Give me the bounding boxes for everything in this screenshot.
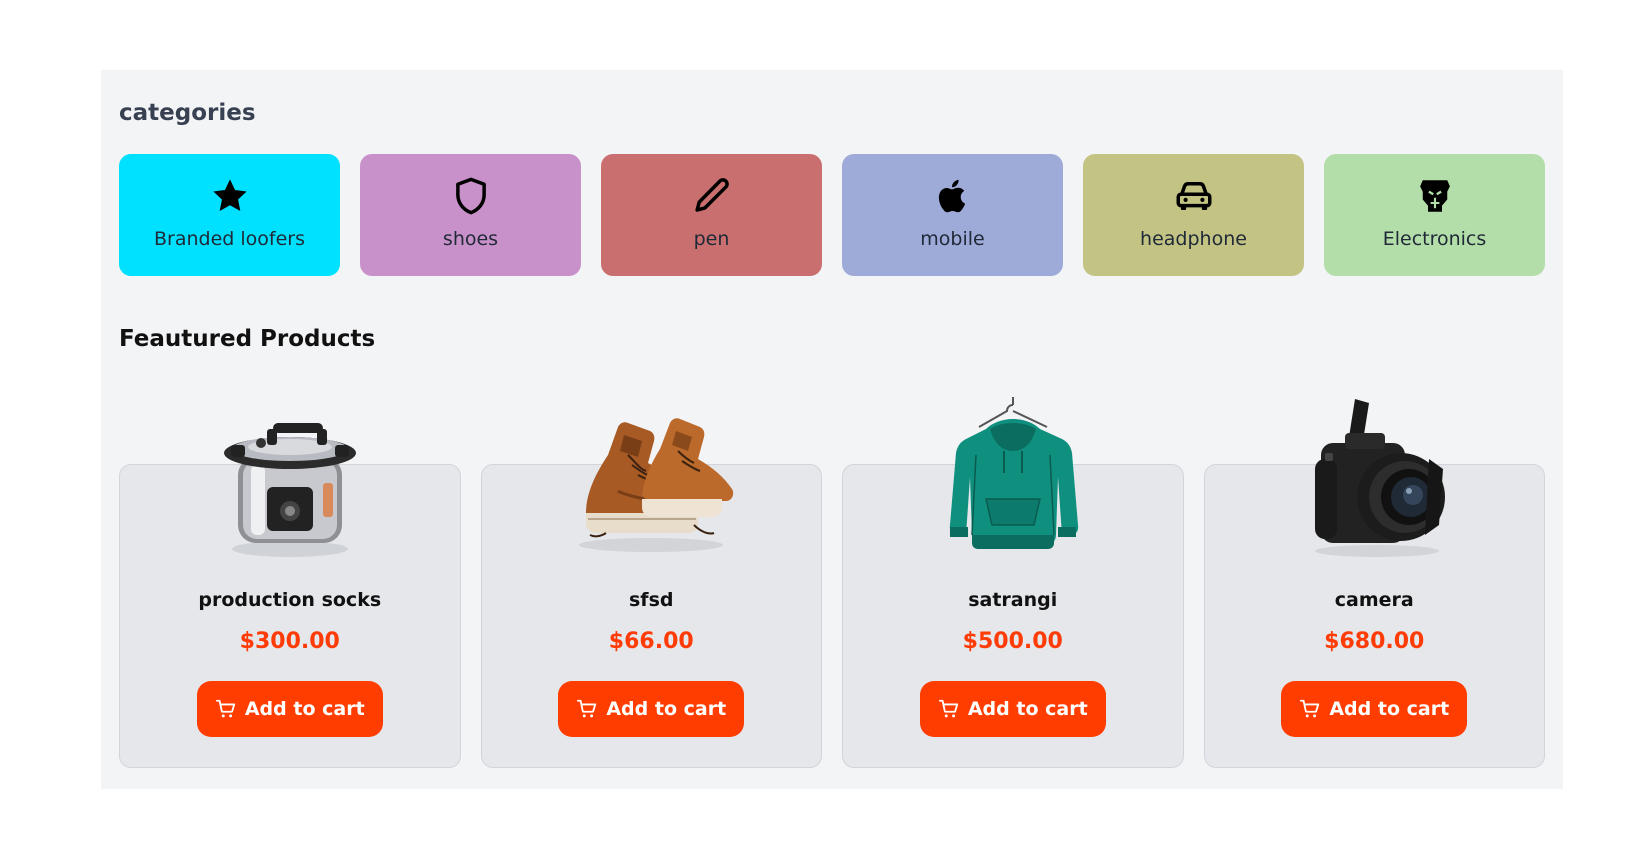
car-icon <box>1172 174 1216 218</box>
category-label: headphone <box>1140 228 1247 250</box>
cart-icon <box>1300 699 1320 718</box>
main-panel: categories Branded loofers shoes pen mob… <box>101 70 1563 789</box>
add-to-cart-button[interactable]: Add to cart <box>558 681 745 737</box>
cart-icon <box>215 699 236 718</box>
product-card: sfsd $66.00 Add to cart <box>480 418 822 768</box>
sneakers-image[interactable] <box>566 395 736 565</box>
product-price: $500.00 <box>962 629 1063 654</box>
category-label: shoes <box>442 228 499 250</box>
category-branded-loofers[interactable]: Branded loofers <box>119 154 340 276</box>
apple-icon <box>931 174 975 218</box>
product-price: $680.00 <box>1324 629 1425 654</box>
product-name: sfsd <box>629 589 674 611</box>
category-label: pen <box>693 228 730 250</box>
category-label: Branded loofers <box>154 228 305 250</box>
featured-products-heading: Feautured Products <box>119 326 376 352</box>
featured-products-list: production socks $300.00 Add to cart sfs… <box>119 397 1545 768</box>
add-to-cart-button[interactable]: Add to cart <box>196 681 383 737</box>
product-price: $300.00 <box>239 629 340 654</box>
product-name: camera <box>1334 589 1414 611</box>
categories-heading: categories <box>119 100 256 126</box>
add-to-cart-label: Add to cart <box>606 698 727 720</box>
categories-list: Branded loofers shoes pen mobile headpho… <box>119 154 1545 276</box>
transformer-icon <box>1413 174 1457 218</box>
product-name: satrangi <box>968 589 1058 611</box>
cart-icon <box>938 699 959 718</box>
add-to-cart-button[interactable]: Add to cart <box>1281 681 1468 737</box>
product-name: production socks <box>198 589 382 611</box>
camera-image[interactable] <box>1289 395 1459 565</box>
pencil-icon <box>690 174 734 218</box>
category-electronics[interactable]: Electronics <box>1324 154 1545 276</box>
category-shoes[interactable]: shoes <box>360 154 581 276</box>
category-pen[interactable]: pen <box>601 154 822 276</box>
category-headphone[interactable]: headphone <box>1083 154 1304 276</box>
product-card: production socks $300.00 Add to cart <box>119 423 461 768</box>
product-price: $66.00 <box>608 629 694 654</box>
category-mobile[interactable]: mobile <box>842 154 1063 276</box>
shield-icon <box>449 174 493 218</box>
add-to-cart-label: Add to cart <box>244 698 365 720</box>
pressure-cooker-image[interactable] <box>205 395 375 565</box>
add-to-cart-label: Add to cart <box>967 698 1088 720</box>
star-icon <box>208 174 252 218</box>
hoodie-image[interactable] <box>928 395 1098 565</box>
product-card: camera $680.00 Add to cart <box>1203 399 1545 768</box>
category-label: mobile <box>920 228 985 250</box>
product-card: satrangi $500.00 Add to cart <box>842 397 1184 768</box>
add-to-cart-label: Add to cart <box>1329 698 1450 720</box>
cart-icon <box>577 699 597 718</box>
add-to-cart-button[interactable]: Add to cart <box>919 681 1106 737</box>
category-label: Electronics <box>1382 228 1487 250</box>
